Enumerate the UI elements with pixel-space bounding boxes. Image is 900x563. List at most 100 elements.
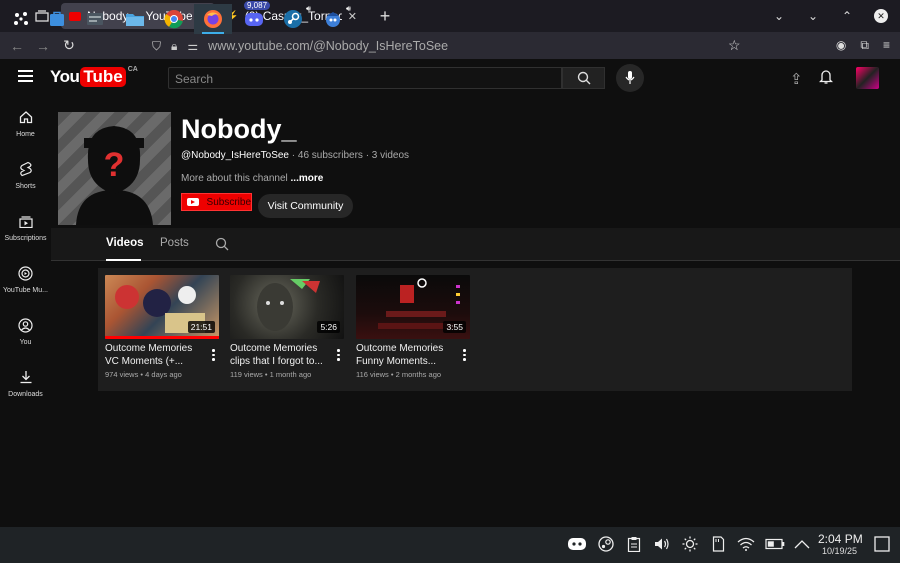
back-arrow-icon[interactable]: ← xyxy=(6,38,28,54)
channel-avatar[interactable]: ? xyxy=(58,112,171,225)
video-card[interactable]: 5:26 Outcome Memories clips that I forgo… xyxy=(230,275,346,379)
brightness-icon[interactable] xyxy=(680,533,700,555)
tab-posts[interactable]: Posts xyxy=(160,237,189,249)
subscribe-button[interactable]: Subscribe xyxy=(181,193,252,211)
search-input[interactable]: Search xyxy=(168,67,562,89)
sidebar-item-you[interactable]: You xyxy=(0,316,51,346)
new-tab-plus-icon[interactable]: + xyxy=(373,6,397,27)
system-settings-icon[interactable] xyxy=(76,4,114,34)
app-launcher-icon[interactable] xyxy=(2,4,40,34)
sidebar-item-downloads[interactable]: Downloads xyxy=(0,368,51,398)
extensions-icon[interactable]: ⧉ xyxy=(860,38,869,53)
search-button[interactable] xyxy=(562,67,605,89)
watch-progress-bar xyxy=(105,336,219,339)
minimize-icon[interactable]: ⌄ xyxy=(806,9,820,23)
logo-you-text: You xyxy=(50,67,80,86)
url-bar[interactable]: ⛉ 🔒︎ ⚌ www.youtube.com/@Nobody_IsHereToS… xyxy=(152,35,752,57)
voice-search-button[interactable] xyxy=(616,64,644,92)
user-avatar[interactable] xyxy=(856,67,879,89)
tab-overflow-chevron-icon[interactable]: ⌄ xyxy=(772,9,786,23)
video-card[interactable]: 21:51 Outcome Memories VC Moments (+... … xyxy=(105,275,221,379)
you-icon xyxy=(0,316,51,334)
video-title[interactable]: Outcome Memories Funny Moments... xyxy=(356,343,456,368)
youtube-logo[interactable]: You Tube CA xyxy=(50,66,138,87)
channel-stats: · 46 subscribers · 3 videos xyxy=(289,150,410,161)
sidebar-label: Downloads xyxy=(8,391,43,398)
youtube-music-icon xyxy=(0,264,51,282)
clock-time[interactable]: 2:04 PM xyxy=(818,532,863,546)
hamburger-menu-icon[interactable]: ≡ xyxy=(883,38,890,53)
video-thumbnail[interactable]: 5:26 xyxy=(230,275,344,339)
downloads-icon xyxy=(0,368,51,386)
sd-card-icon[interactable] xyxy=(708,533,728,555)
mic-icon xyxy=(625,71,635,84)
sidebar-item-home[interactable]: Home xyxy=(0,108,51,138)
tray-expand-chevron-icon[interactable] xyxy=(792,533,812,555)
bookmark-star-icon[interactable]: ☆ xyxy=(728,37,741,54)
file-manager-icon[interactable] xyxy=(116,4,154,34)
forward-arrow-icon[interactable]: → xyxy=(32,38,54,54)
video-thumbnail[interactable]: 3:55 xyxy=(356,275,470,339)
guide-menu-icon[interactable] xyxy=(18,70,33,82)
visit-community-button[interactable]: Visit Community xyxy=(258,194,353,218)
notifications-bell-icon[interactable] xyxy=(818,69,834,89)
show-desktop-icon[interactable] xyxy=(872,533,892,555)
firefox-icon[interactable] xyxy=(194,4,232,34)
sidebar-label: Home xyxy=(16,131,35,138)
discord-tray-icon[interactable] xyxy=(566,533,588,555)
tab-videos[interactable]: Videos xyxy=(106,237,144,249)
discord-badge: 9,087 xyxy=(244,1,271,10)
video-title[interactable]: Outcome Memories clips that I forgot to.… xyxy=(230,343,330,368)
volume-icon[interactable] xyxy=(652,533,672,555)
sidebar-item-youtube-music[interactable]: YouTube Mu... xyxy=(0,264,51,294)
account-icon[interactable]: ◉ xyxy=(836,38,846,53)
discord-taskbar-icon[interactable]: 9,087 xyxy=(235,1,273,34)
chrome-icon[interactable] xyxy=(155,4,193,34)
game-window-icon[interactable]: 🔊︎ xyxy=(314,4,352,34)
video-title[interactable]: Outcome Memories VC Moments (+... xyxy=(105,343,205,368)
lock-icon[interactable]: 🔒︎ xyxy=(171,39,177,54)
channel-name: Nobody_ xyxy=(181,114,297,144)
sidebar-item-subscriptions[interactable]: Subscriptions xyxy=(0,212,51,242)
more-actions-icon[interactable] xyxy=(337,349,341,361)
upload-icon[interactable]: ⇪ xyxy=(790,70,803,88)
window-close-icon[interactable]: ✕ xyxy=(874,9,888,23)
steam-taskbar-icon[interactable]: 🔊︎ xyxy=(274,4,312,34)
search-icon xyxy=(577,71,590,85)
video-duration: 5:26 xyxy=(317,321,340,333)
video-thumbnail[interactable]: 21:51 xyxy=(105,275,219,339)
shield-icon[interactable]: ⛉ xyxy=(152,39,161,54)
shorts-icon xyxy=(0,160,51,178)
reload-icon[interactable]: ↻ xyxy=(58,37,80,54)
steam-tray-icon[interactable] xyxy=(596,533,616,555)
subscribe-label: Subscribe xyxy=(206,196,251,208)
discover-store-icon[interactable] xyxy=(38,4,76,34)
wifi-icon[interactable] xyxy=(736,533,756,555)
more-actions-icon[interactable] xyxy=(212,349,216,361)
audio-playing-icon: 🔊︎ xyxy=(305,4,311,13)
url-text[interactable]: www.youtube.com/@Nobody_IsHereToSee xyxy=(208,39,448,53)
more-link[interactable]: ...more xyxy=(291,173,324,184)
active-indicator xyxy=(202,32,224,34)
video-meta: 119 views • 1 month ago xyxy=(230,370,312,379)
home-icon xyxy=(0,108,51,126)
channel-about-text: More about this channel xyxy=(181,173,291,184)
channel-meta: @Nobody_IsHereToSee · 46 subscribers · 3… xyxy=(181,150,409,161)
clipboard-icon[interactable] xyxy=(624,533,644,555)
permissions-icon[interactable]: ⚌ xyxy=(187,39,198,53)
video-meta: 974 views • 4 days ago xyxy=(105,370,182,379)
logo-tube-text: Tube xyxy=(80,67,126,87)
battery-icon[interactable] xyxy=(764,533,786,555)
video-card[interactable]: 3:55 Outcome Memories Funny Moments... 1… xyxy=(356,275,472,379)
sidebar-item-shorts[interactable]: Shorts xyxy=(0,160,51,190)
clock-date[interactable]: 10/19/25 xyxy=(822,546,857,556)
audio-playing-icon: 🔊︎ xyxy=(345,4,351,13)
youtube-header: You Tube CA Search ⇪ xyxy=(0,59,900,97)
maximize-icon[interactable]: ⌃ xyxy=(840,9,854,23)
more-actions-icon[interactable] xyxy=(463,349,467,361)
video-duration: 3:55 xyxy=(443,321,466,333)
channel-handle: @Nobody_IsHereToSee xyxy=(181,150,289,161)
hooded-figure-icon: ? xyxy=(76,126,153,225)
channel-search-icon[interactable] xyxy=(215,237,229,256)
channel-about[interactable]: More about this channel ...more xyxy=(181,173,323,184)
